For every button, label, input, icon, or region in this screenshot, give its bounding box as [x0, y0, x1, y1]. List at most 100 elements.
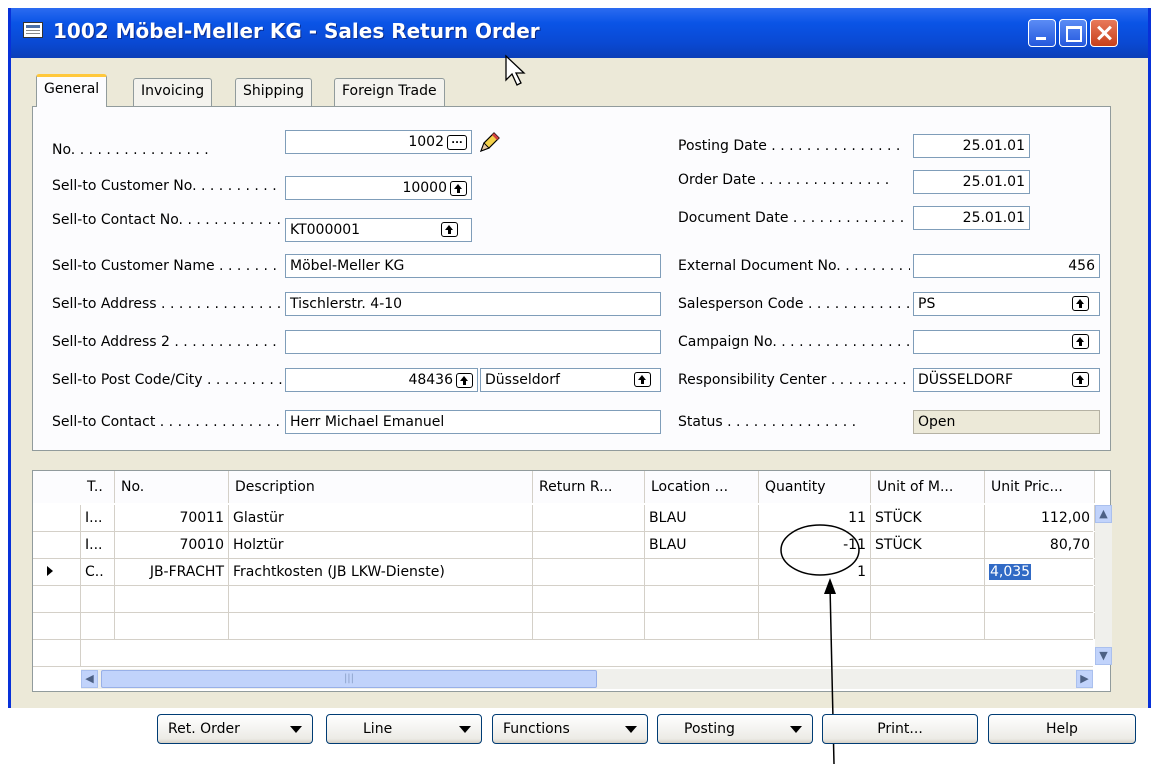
sell-to-customer-no-field[interactable]: 10000 [285, 176, 472, 200]
column-header-return-reason[interactable]: Return R... [533, 471, 645, 503]
pencil-icon[interactable] [476, 130, 502, 156]
assist-edit-button[interactable]: ... [447, 134, 467, 150]
sell-to-customer-name-field[interactable]: Möbel-Meller KG [285, 254, 661, 278]
salesperson-code-field[interactable]: PS [913, 292, 1100, 316]
lookup-arrow-icon[interactable] [456, 372, 473, 388]
lookup-arrow-icon[interactable] [450, 180, 467, 196]
tab-general[interactable]: General [36, 74, 108, 107]
cell-no[interactable]: JB-FRACHT [115, 559, 229, 585]
status-field: Open [913, 410, 1100, 434]
dropdown-arrow-icon [290, 726, 302, 733]
cell-description[interactable]: Frachtkosten (JB LKW-Dienste) [229, 559, 533, 585]
row-selector[interactable] [33, 613, 81, 639]
column-header-description[interactable]: Description [229, 471, 533, 503]
column-header-no[interactable]: No. [115, 471, 229, 503]
sell-to-contact-no-field[interactable]: KT000001 [285, 218, 472, 242]
posting-button[interactable]: Posting [657, 714, 813, 744]
table-row[interactable] [33, 640, 1093, 667]
line-button[interactable]: Line [326, 714, 482, 744]
selected-unit-price[interactable]: 4,035 [989, 564, 1032, 580]
sell-to-address-2-label: Sell-to Address 2 [52, 334, 282, 350]
cell-description[interactable]: Glastür [229, 505, 533, 531]
cell-location[interactable] [645, 559, 759, 585]
column-header-quantity[interactable]: Quantity [759, 471, 871, 503]
scroll-thumb[interactable]: ||| [101, 670, 597, 688]
table-row[interactable] [33, 586, 1095, 613]
lookup-arrow-icon[interactable] [441, 222, 458, 237]
print-button[interactable]: Print... [822, 714, 978, 744]
cell-location[interactable]: BLAU [645, 532, 759, 558]
horizontal-scrollbar[interactable]: ◀ ||| ▶ [81, 669, 1093, 689]
sell-to-address-2-field[interactable] [285, 330, 661, 354]
cell-return-reason[interactable] [533, 505, 645, 531]
sell-to-address-field[interactable]: Tischlerstr. 4-10 [285, 292, 661, 316]
column-header-unit-price[interactable]: Unit Pric... [985, 471, 1095, 503]
cell-type[interactable]: I... [81, 505, 115, 531]
row-selector[interactable] [33, 640, 81, 666]
row-selector[interactable] [33, 586, 81, 612]
column-header-location[interactable]: Location ... [645, 471, 759, 503]
posting-date-field[interactable]: 25.01.01 [913, 134, 1030, 158]
sell-to-customer-name-label: Sell-to Customer Name [52, 258, 282, 274]
cell-return-reason[interactable] [533, 532, 645, 558]
lookup-arrow-icon[interactable] [1072, 372, 1089, 387]
sell-to-post-code-city-label: Sell-to Post Code/City [52, 372, 282, 388]
column-header-type[interactable]: T.. [81, 471, 115, 503]
ret-order-button[interactable]: Ret. Order [157, 714, 313, 744]
row-selector[interactable] [33, 532, 81, 558]
cell-description[interactable]: Holztür [229, 532, 533, 558]
table-row[interactable] [33, 613, 1095, 640]
document-date-label: Document Date [678, 210, 910, 226]
cell-unit-price[interactable]: 112,00 [985, 505, 1095, 531]
title-bar[interactable]: 1002 Möbel-Meller KG - Sales Return Orde… [11, 8, 1148, 58]
lookup-arrow-icon[interactable] [634, 372, 651, 387]
grid-corner [33, 471, 81, 503]
cell-type[interactable]: I... [81, 532, 115, 558]
order-date-label: Order Date [678, 172, 889, 188]
sell-to-contact-field[interactable]: Herr Michael Emanuel [285, 410, 661, 434]
campaign-no-label: Campaign No. [678, 334, 910, 350]
help-button[interactable]: Help [988, 714, 1136, 744]
vertical-scrollbar[interactable]: ▲ ▼ [1095, 505, 1112, 665]
lines-grid: T.. No. Description Return R... Location… [32, 470, 1112, 692]
window-title: 1002 Möbel-Meller KG - Sales Return Orde… [53, 19, 540, 43]
close-button[interactable] [1090, 19, 1118, 47]
cell-no[interactable]: 70011 [115, 505, 229, 531]
minimize-button[interactable] [1028, 19, 1056, 47]
responsibility-center-field[interactable]: DÜSSELDORF [913, 368, 1100, 392]
table-row[interactable]: I... 70010 Holztür BLAU -11 STÜCK 80,70 [33, 532, 1095, 559]
tab-shipping[interactable]: Shipping [235, 78, 313, 106]
tab-invoicing[interactable]: Invoicing [133, 78, 213, 106]
scroll-right-icon[interactable]: ▶ [1076, 670, 1093, 688]
row-selector[interactable] [33, 559, 81, 585]
functions-button[interactable]: Functions [492, 714, 648, 744]
lookup-arrow-icon[interactable] [1072, 334, 1089, 349]
tab-foreign-trade[interactable]: Foreign Trade [334, 78, 445, 106]
lookup-arrow-icon[interactable] [1072, 296, 1089, 311]
scroll-up-icon[interactable]: ▲ [1095, 505, 1112, 523]
table-row[interactable]: I... 70011 Glastür BLAU 11 STÜCK 112,00 [33, 505, 1095, 532]
scroll-left-icon[interactable]: ◀ [81, 670, 98, 688]
no-field[interactable]: 1002... [285, 130, 472, 154]
cell-type[interactable]: C.. [81, 559, 115, 585]
scroll-down-icon[interactable]: ▼ [1095, 647, 1112, 665]
sell-to-city-field[interactable]: Düsseldorf [480, 368, 661, 392]
salesperson-code-label: Salesperson Code [678, 296, 910, 312]
document-date-field[interactable]: 25.01.01 [913, 206, 1030, 230]
row-selector[interactable] [33, 505, 81, 531]
cell-no[interactable]: 70010 [115, 532, 229, 558]
table-row[interactable]: C.. JB-FRACHT Frachtkosten (JB LKW-Diens… [33, 559, 1095, 586]
order-date-field[interactable]: 25.01.01 [913, 170, 1030, 194]
dropdown-arrow-icon [459, 726, 471, 733]
responsibility-center-label: Responsibility Center [678, 372, 910, 388]
cell-location[interactable]: BLAU [645, 505, 759, 531]
cell-unit-price[interactable]: 4,035 [985, 559, 1095, 585]
cell-unit-price[interactable]: 80,70 [985, 532, 1095, 558]
form-icon [23, 22, 43, 38]
cell-return-reason[interactable] [533, 559, 645, 585]
sell-to-post-code-field[interactable]: 48436 [285, 368, 478, 392]
external-document-no-field[interactable]: 456 [913, 254, 1100, 278]
column-header-unit-of-measure[interactable]: Unit of M... [871, 471, 985, 503]
maximize-button[interactable] [1059, 19, 1087, 47]
campaign-no-field[interactable] [913, 330, 1100, 354]
